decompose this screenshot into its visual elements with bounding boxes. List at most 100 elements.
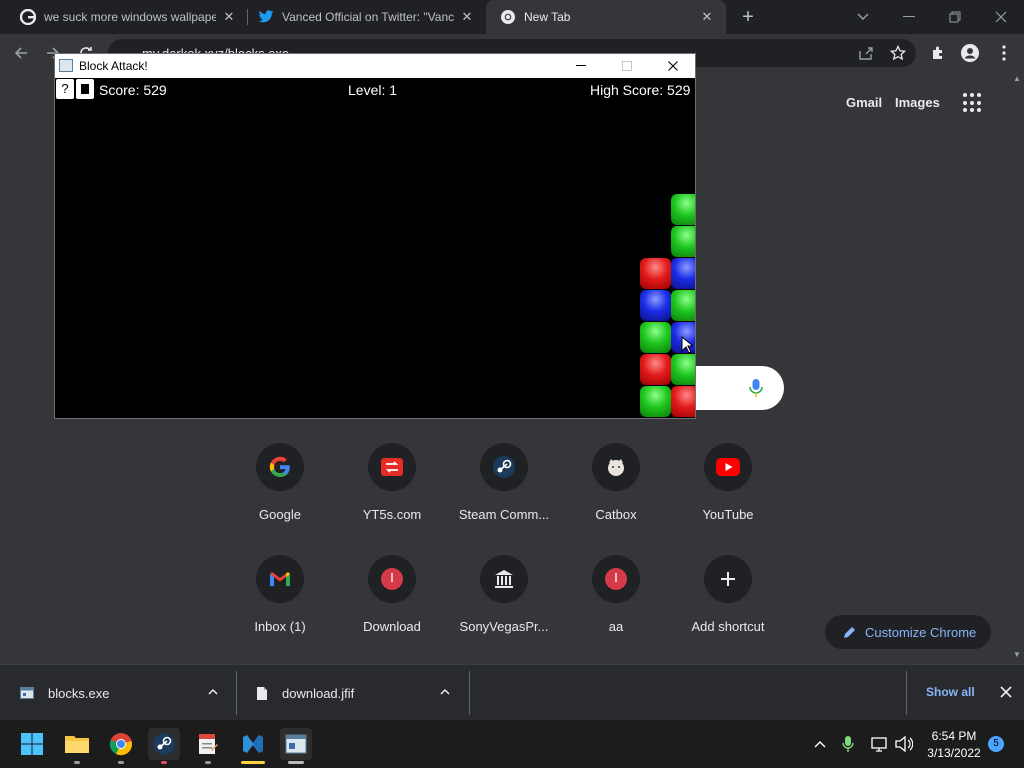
clock-time: 6:54 PM bbox=[931, 729, 977, 743]
green-block[interactable] bbox=[671, 226, 695, 257]
download-divider bbox=[906, 671, 907, 715]
scroll-down-icon[interactable]: ▼ bbox=[1012, 650, 1022, 660]
restore-button[interactable] bbox=[932, 0, 978, 34]
images-link[interactable]: Images bbox=[895, 95, 940, 110]
shortcut-inbox[interactable]: Inbox (1) bbox=[224, 555, 336, 667]
green-block[interactable] bbox=[671, 290, 695, 321]
screen: we suck more windows wallpape ✕ Vanced O… bbox=[0, 0, 1024, 768]
shortcut-catbox[interactable]: Catbox bbox=[560, 443, 672, 555]
score-label: Score: 529 bbox=[99, 82, 167, 98]
google-apps-icon[interactable] bbox=[963, 93, 983, 113]
green-block[interactable] bbox=[640, 322, 671, 353]
microphone-icon[interactable] bbox=[838, 734, 858, 754]
tab-wallpaper[interactable]: we suck more windows wallpape ✕ bbox=[0, 0, 246, 34]
close-window-button[interactable] bbox=[651, 54, 695, 78]
chevron-up-icon[interactable] bbox=[440, 688, 450, 696]
file-icon bbox=[257, 686, 267, 700]
running-indicator bbox=[241, 761, 265, 764]
shortcut-yt5s[interactable]: YT5s.com bbox=[336, 443, 448, 555]
taskbar-clock[interactable]: 6:54 PM 3/13/2022 bbox=[922, 728, 986, 762]
network-icon[interactable] bbox=[870, 734, 890, 754]
customize-chrome-button[interactable]: Customize Chrome bbox=[825, 615, 991, 649]
taskbar-chrome[interactable] bbox=[105, 728, 137, 764]
start-button[interactable] bbox=[16, 728, 48, 760]
shortcut-youtube[interactable]: YouTube bbox=[672, 443, 784, 555]
customize-label: Customize Chrome bbox=[865, 624, 977, 640]
red-block[interactable] bbox=[671, 386, 695, 417]
shortcut-steam[interactable]: Steam Comm... bbox=[448, 443, 560, 555]
taskbar-steam[interactable] bbox=[148, 728, 180, 764]
app-icon bbox=[59, 59, 73, 72]
shortcut-download[interactable]: Download bbox=[336, 555, 448, 667]
tab-title: Vanced Official on Twitter: "Vanc bbox=[282, 10, 454, 24]
notification-badge[interactable]: 5 bbox=[988, 736, 1004, 752]
shortcut-google[interactable]: Google bbox=[224, 443, 336, 555]
download-item-blocks[interactable]: blocks.exe bbox=[20, 665, 230, 721]
shortcut-label: SonyVegasPr... bbox=[459, 619, 549, 634]
microphone-icon[interactable] bbox=[748, 378, 764, 398]
tab-new-tab[interactable]: New Tab ✕ bbox=[486, 0, 726, 34]
profile-avatar[interactable] bbox=[959, 42, 981, 64]
tray-overflow-icon[interactable] bbox=[810, 734, 830, 754]
shortcut-label: Google bbox=[259, 507, 301, 522]
bookmark-star-icon[interactable] bbox=[887, 42, 909, 64]
tab-twitter[interactable]: Vanced Official on Twitter: "Vanc ✕ bbox=[238, 0, 484, 34]
page-scrollbar[interactable] bbox=[1010, 72, 1024, 664]
download-item-jfif[interactable]: download.jfif bbox=[256, 665, 464, 721]
download-site-icon bbox=[368, 555, 416, 603]
youtube-icon bbox=[704, 443, 752, 491]
close-window-button[interactable] bbox=[978, 0, 1024, 34]
taskbar-block-attack[interactable] bbox=[280, 728, 312, 764]
shortcut-label: Catbox bbox=[595, 507, 637, 522]
shortcut-sonyvegas[interactable]: SonyVegasPr... bbox=[448, 555, 560, 667]
close-icon[interactable]: ✕ bbox=[222, 10, 236, 24]
taskbar-vs-code-app[interactable] bbox=[237, 728, 269, 764]
block-attack-app-icon bbox=[285, 734, 307, 754]
green-block[interactable] bbox=[671, 354, 695, 385]
clock-date: 3/13/2022 bbox=[927, 746, 981, 760]
green-block[interactable] bbox=[640, 386, 671, 417]
shortcut-label: Download bbox=[363, 619, 421, 634]
shortcut-label: Inbox (1) bbox=[254, 619, 306, 634]
running-indicator bbox=[161, 761, 167, 764]
steam-icon bbox=[480, 443, 528, 491]
back-button[interactable] bbox=[10, 42, 32, 64]
tab-search-icon[interactable] bbox=[840, 0, 886, 34]
running-indicator bbox=[74, 761, 80, 764]
green-block[interactable] bbox=[671, 194, 695, 225]
close-icon[interactable]: ✕ bbox=[700, 10, 714, 24]
red-block[interactable] bbox=[640, 354, 671, 385]
taskbar-notepad-app[interactable] bbox=[192, 728, 224, 764]
stop-button[interactable] bbox=[76, 79, 94, 99]
shortcut-label: aa bbox=[608, 619, 624, 634]
new-tab-button[interactable]: + bbox=[738, 7, 758, 27]
extensions-icon[interactable] bbox=[927, 42, 949, 64]
windows-icon bbox=[21, 733, 43, 755]
help-button[interactable]: ? bbox=[56, 79, 74, 99]
document-app-icon bbox=[199, 734, 218, 754]
close-icon[interactable] bbox=[1000, 686, 1012, 698]
gmail-link[interactable]: Gmail bbox=[846, 95, 882, 110]
tab-title: New Tab bbox=[524, 10, 571, 24]
minimize-button[interactable] bbox=[886, 0, 932, 34]
minimize-button[interactable] bbox=[559, 54, 603, 78]
taskbar-file-explorer[interactable] bbox=[61, 728, 93, 764]
chrome-menu-icon[interactable] bbox=[993, 42, 1015, 64]
red-block[interactable] bbox=[640, 258, 671, 289]
show-all-link[interactable]: Show all bbox=[926, 685, 975, 699]
scroll-up-icon[interactable]: ▲ bbox=[1012, 74, 1022, 84]
close-icon[interactable]: ✕ bbox=[460, 10, 474, 24]
blue-block[interactable] bbox=[640, 290, 671, 321]
shortcut-aa[interactable]: aa bbox=[560, 555, 672, 667]
add-shortcut-button[interactable]: Add shortcut bbox=[672, 555, 784, 667]
download-shelf: blocks.exe download.jfif Show all bbox=[0, 664, 1024, 720]
share-icon[interactable] bbox=[855, 42, 877, 64]
blue-block[interactable] bbox=[671, 258, 695, 289]
chrome-icon bbox=[500, 9, 516, 25]
maximize-button[interactable] bbox=[605, 54, 649, 78]
windows-taskbar: 6:54 PM 3/13/2022 bbox=[0, 720, 1024, 768]
game-title-bar[interactable]: Block Attack! bbox=[55, 54, 695, 78]
game-board[interactable]: ? Score: 529 Level: 1 High Score: 529 bbox=[55, 78, 695, 418]
chevron-up-icon[interactable] bbox=[208, 688, 218, 696]
volume-icon[interactable] bbox=[894, 734, 914, 754]
